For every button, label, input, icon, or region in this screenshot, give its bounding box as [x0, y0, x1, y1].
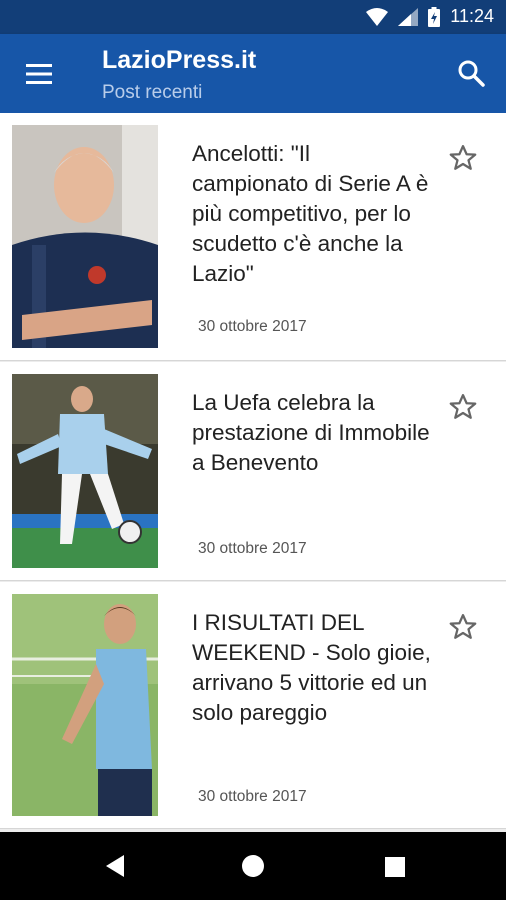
post-thumbnail	[12, 125, 158, 348]
star-outline-icon[interactable]	[448, 612, 478, 642]
post-date: 30 ottobre 2017	[198, 318, 307, 335]
post-date: 30 ottobre 2017	[198, 540, 307, 557]
hamburger-menu-icon[interactable]	[24, 62, 56, 86]
app-title: LazioPress.it	[102, 46, 257, 74]
post-thumbnail	[12, 594, 158, 816]
back-icon[interactable]	[104, 853, 126, 879]
navigation-bar	[0, 832, 506, 900]
post-thumbnail	[12, 374, 158, 568]
star-outline-icon[interactable]	[448, 143, 478, 173]
app-subtitle: Post recenti	[102, 82, 203, 103]
wifi-icon	[366, 7, 389, 26]
post-card[interactable]: La Uefa celebra la prestazione di Immobi…	[0, 362, 506, 581]
signal-icon	[398, 7, 419, 26]
post-date: 30 ottobre 2017	[198, 788, 307, 805]
search-icon[interactable]	[456, 58, 486, 88]
status-time: 11:24	[450, 6, 494, 26]
recents-icon[interactable]	[384, 856, 406, 878]
post-headline[interactable]: La Uefa celebra la prestazione di Immobi…	[192, 388, 432, 478]
battery-charging-icon	[428, 6, 441, 27]
post-card[interactable]: Ancelotti: "Il campionato di Serie A è p…	[0, 113, 506, 361]
app-bar: LazioPress.it Post recenti	[0, 34, 506, 113]
status-icons: 11:24	[366, 6, 494, 27]
star-outline-icon[interactable]	[448, 392, 478, 422]
status-bar: 11:24	[0, 0, 506, 34]
home-icon[interactable]	[241, 854, 265, 878]
post-card[interactable]: I RISULTATI DEL WEEKEND - Solo gioie, ar…	[0, 582, 506, 829]
post-headline[interactable]: I RISULTATI DEL WEEKEND - Solo gioie, ar…	[192, 608, 432, 728]
post-headline[interactable]: Ancelotti: "Il campionato di Serie A è p…	[192, 139, 432, 289]
